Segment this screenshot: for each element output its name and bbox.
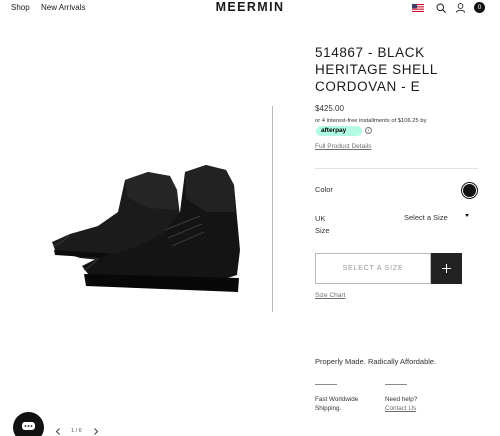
- color-label: Color: [315, 185, 333, 194]
- plus-icon: [442, 264, 451, 273]
- chat-icon: [22, 422, 35, 430]
- site-logo[interactable]: MEERMIN: [0, 0, 500, 14]
- size-label-line2: Size: [315, 226, 330, 235]
- color-swatch-black[interactable]: [462, 183, 477, 198]
- feature-shipping: Fast Worldwide Shipping.: [315, 395, 358, 413]
- cart-icon[interactable]: 0: [474, 2, 485, 13]
- brand-tagline: Properly Made. Radically Affordable.: [315, 357, 437, 366]
- feature-help: Need help? Contact Us: [385, 395, 417, 413]
- contact-us-link[interactable]: Contact Us: [385, 405, 416, 412]
- gallery-pager: 1 / 6: [55, 426, 105, 436]
- site-header: Shop New Arrivals MEERMIN 0: [0, 0, 500, 17]
- full-details-link[interactable]: Full Product Details: [315, 143, 371, 150]
- us-flag-icon[interactable]: [412, 4, 424, 12]
- product-image[interactable]: [10, 150, 265, 310]
- select-size-button[interactable]: SELECT A SIZE: [315, 253, 431, 284]
- gallery-divider: [272, 106, 273, 312]
- installments-text: or 4 interest-free installments of $106.…: [315, 118, 427, 124]
- feature-rule: [315, 384, 337, 385]
- feature-help-line1: Need help?: [385, 396, 418, 403]
- product-price: $425.00: [315, 104, 344, 113]
- feature-shipping-line1: Fast Worldwide: [315, 396, 359, 403]
- size-label: UK Size: [315, 213, 330, 237]
- size-chart-link[interactable]: Size Chart: [315, 292, 345, 299]
- chevron-right-icon[interactable]: [93, 428, 99, 435]
- size-label-line1: UK: [315, 214, 326, 223]
- section-divider: [315, 168, 478, 169]
- info-icon[interactable]: i: [365, 127, 372, 134]
- pager-text: 1 / 6: [71, 428, 82, 434]
- afterpay-badge[interactable]: afterpay: [316, 126, 362, 136]
- chat-button[interactable]: [13, 412, 44, 436]
- size-select[interactable]: Select a Size: [404, 213, 448, 222]
- afterpay-label: afterpay: [321, 127, 347, 134]
- search-icon[interactable]: [436, 3, 447, 13]
- product-title: 514867 - BLACK HERITAGE SHELL CORDOVAN -…: [315, 45, 438, 94]
- account-icon[interactable]: [455, 3, 466, 13]
- chevron-left-icon[interactable]: [55, 428, 61, 435]
- chevron-down-icon[interactable]: [465, 214, 469, 217]
- feature-rule: [385, 384, 407, 385]
- add-to-cart-button[interactable]: [431, 253, 462, 284]
- feature-shipping-line2: Shipping.: [315, 405, 342, 412]
